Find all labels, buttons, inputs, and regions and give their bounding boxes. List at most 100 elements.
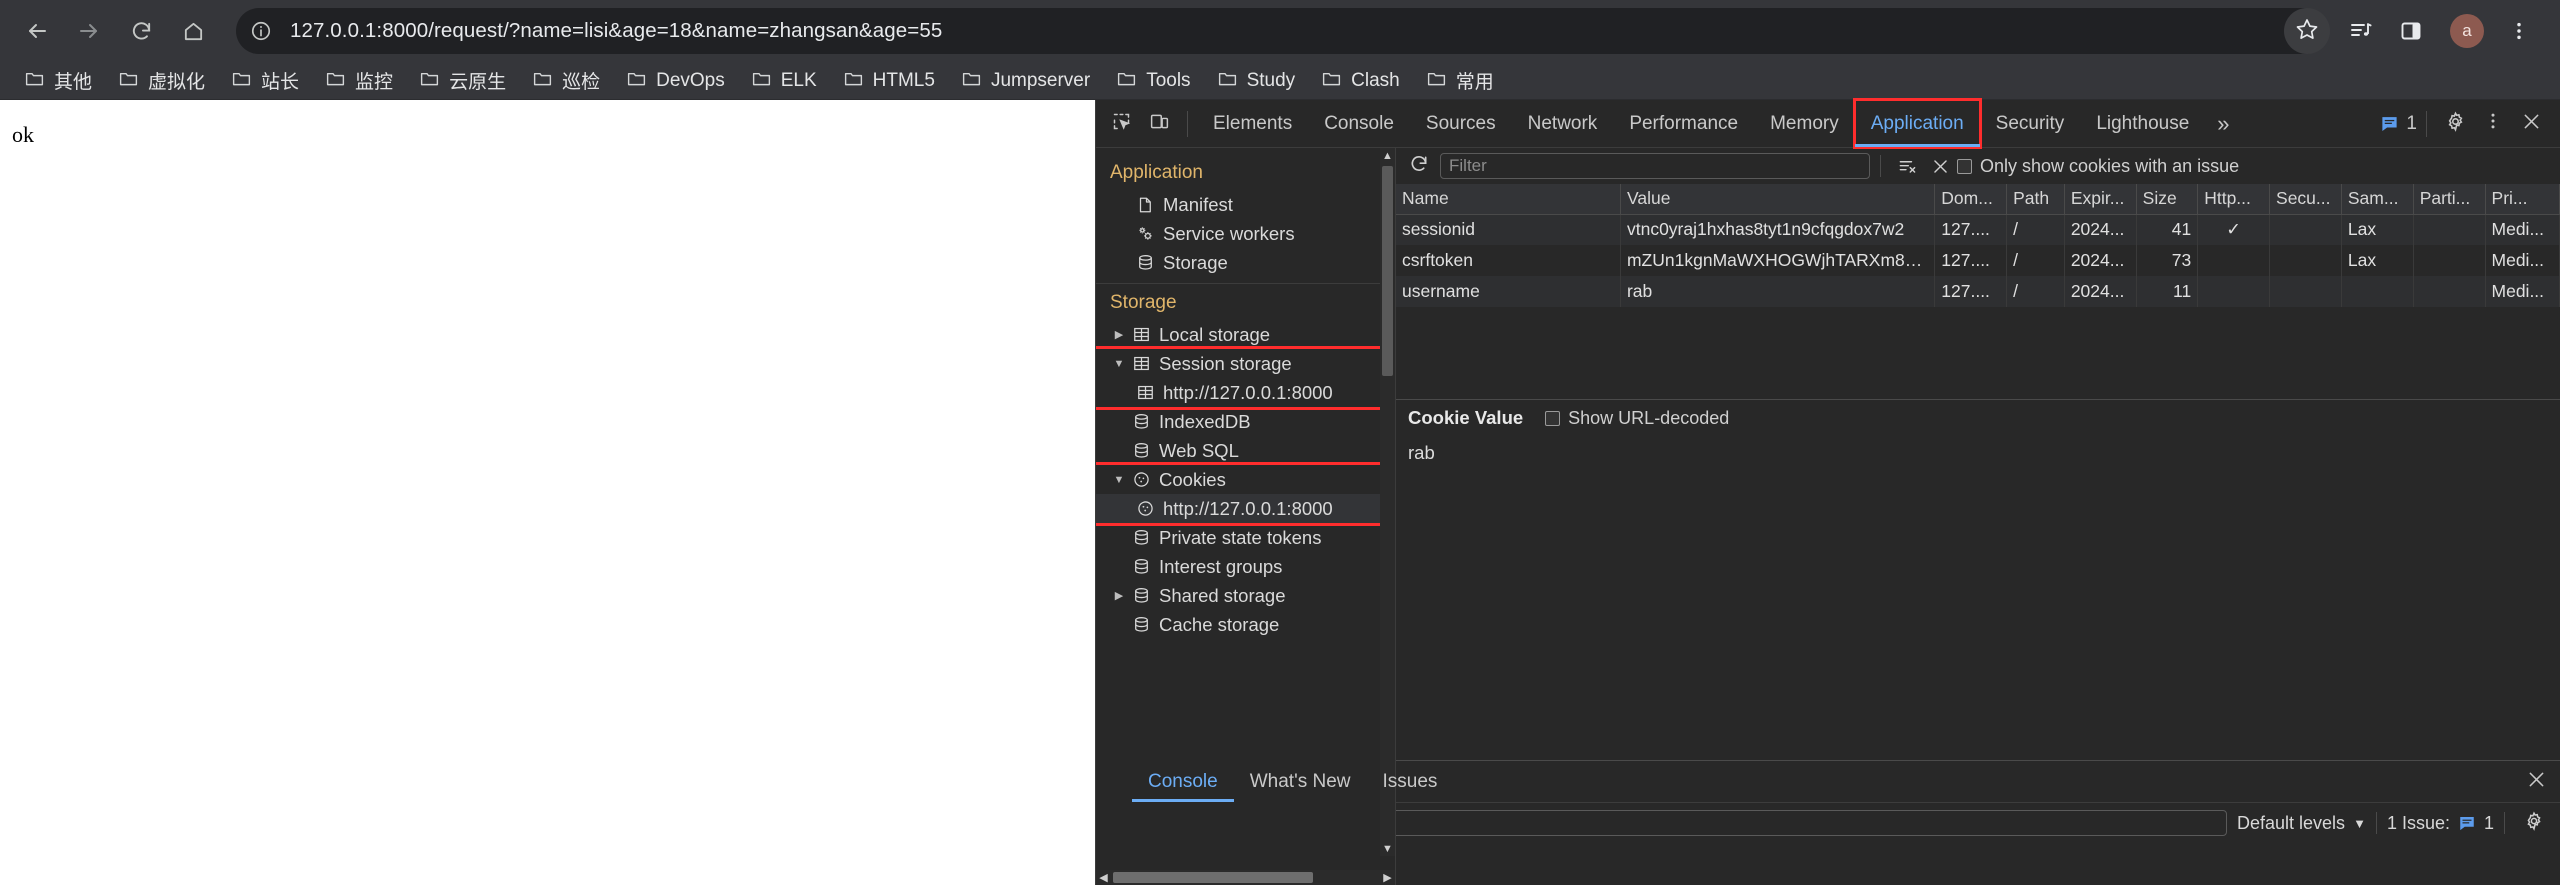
sidebar-hscroll-thumb[interactable] [1113,872,1313,883]
cookies-column-header[interactable]: Name [1396,184,1621,215]
devtools-tab-sources[interactable]: Sources [1410,100,1512,147]
sidebar-item-storage[interactable]: Storage [1096,248,1395,277]
bookmark-item[interactable]: 虚拟化 [108,66,215,96]
show-url-decoded-checkbox[interactable] [1545,410,1561,426]
scroll-left-arrow[interactable]: ◀ [1096,870,1111,885]
devtools-tab-console[interactable]: Console [1308,100,1410,147]
back-button[interactable] [14,8,60,54]
browser-right-icons: a [2338,8,2546,54]
bookmark-item[interactable]: ELK [741,66,827,96]
sidebar-horizontal-scrollbar[interactable]: ◀ ▶ [1096,870,1395,885]
scroll-down-arrow[interactable]: ▼ [1380,841,1395,856]
browser-menu-button[interactable] [2496,8,2542,54]
cookies-column-header[interactable]: Size [2136,184,2199,215]
drawer-tab-what-s-new[interactable]: What's New [1234,761,1367,802]
bookmark-item[interactable]: Tools [1106,66,1200,96]
sidebar-item-interest-groups[interactable]: Interest groups [1096,552,1395,581]
cookies-column-header[interactable]: Sam... [2341,184,2414,215]
bookmark-star-button[interactable] [2284,8,2330,54]
drawer-tab-console[interactable]: Console [1132,761,1234,802]
devtools-tab-elements[interactable]: Elements [1197,100,1308,147]
only-issues-checkbox[interactable] [1957,158,1972,174]
cookies-column-header[interactable]: Http... [2197,184,2271,215]
manifest-document-icon [1132,196,1158,214]
home-button[interactable] [170,8,216,54]
sidebar-vertical-scrollbar[interactable]: ▲ ▼ [1380,148,1395,856]
devtools-close-button[interactable] [2512,105,2550,143]
bookmark-item[interactable]: HTML5 [833,66,945,96]
devtools-tab-lighthouse[interactable]: Lighthouse [2080,100,2205,147]
forward-button[interactable] [66,8,112,54]
bookmark-item[interactable]: DevOps [616,66,735,96]
issues-counter[interactable]: 1 [2380,113,2417,135]
sidebar-item-manifest[interactable]: Manifest [1096,190,1395,219]
scroll-right-arrow[interactable]: ▶ [1380,870,1395,885]
chevron-down-icon[interactable]: ▼ [1110,474,1128,486]
reload-button[interactable] [118,8,164,54]
console-issues-chip[interactable]: 1 Issue: 1 [2387,813,2494,834]
media-control-button[interactable] [2338,8,2384,54]
bookmark-item[interactable]: 云原生 [409,66,516,96]
cookies-column-header[interactable]: Dom... [1934,184,2008,215]
more-tabs-button[interactable]: » [2205,111,2241,137]
cookies-table-row[interactable]: csrftoken mZUn1kgnMaWXHOGWjhTARXm8m... 127… [1396,245,2560,276]
chevron-down-icon[interactable]: ▼ [1110,358,1128,370]
sidebar-item-http-127-0-0-1-8000[interactable]: http://127.0.0.1:8000 [1096,494,1395,523]
drawer-tab-issues[interactable]: Issues [1366,761,1453,802]
cookies-column-header[interactable]: Parti... [2413,184,2486,215]
bookmark-item[interactable]: 其他 [14,66,102,96]
cookies-table-row[interactable]: sessionid vtnc0yraj1hxhas8tyt1n9cfqgdox7w… [1396,214,2560,245]
profile-avatar[interactable]: a [2450,14,2484,48]
bookmark-item[interactable]: 常用 [1416,66,1504,96]
device-toolbar-button[interactable] [1140,105,1178,143]
bookmark-item[interactable]: 监控 [315,66,403,96]
devtools-tab-network[interactable]: Network [1512,100,1614,147]
sidebar-item-label: Local storage [1159,323,1271,345]
cookies-column-header[interactable]: Secu... [2269,184,2342,215]
sidebar-item-http-127-0-0-1-8000[interactable]: http://127.0.0.1:8000 [1096,378,1395,407]
sidebar-vscroll-thumb[interactable] [1382,166,1393,376]
drawer-close-button[interactable] [2526,769,2560,795]
side-panel-button[interactable] [2388,8,2434,54]
sidebar-item-indexeddb[interactable]: IndexedDB [1096,407,1395,436]
devtools-tab-application[interactable]: Application [1852,98,1982,149]
devtools-settings-button[interactable] [2436,105,2474,143]
devtools-tab-memory[interactable]: Memory [1754,100,1855,147]
sidebar-item-local-storage[interactable]: ▶ Local storage [1096,320,1395,349]
sidebar-item-service-workers[interactable]: Service workers [1096,219,1395,248]
clear-all-cookies-button[interactable] [1924,157,1957,176]
cookies-column-header[interactable]: Path [2006,184,2065,215]
bookmark-item[interactable]: 巡检 [522,66,610,96]
sidebar-item-web-sql[interactable]: Web SQL [1096,436,1395,465]
bookmark-item[interactable]: 站长 [221,66,309,96]
chevron-right-icon[interactable]: ▶ [1110,328,1128,341]
address-bar[interactable]: 127.0.0.1:8000/request/?name=lisi&age=18… [236,8,2328,54]
cookies-column-header[interactable]: Expir... [2064,184,2137,215]
devtools-tab-performance[interactable]: Performance [1613,100,1754,147]
sidebar-item-private-state-tokens[interactable]: Private state tokens [1096,523,1395,552]
site-info-icon[interactable] [242,12,280,50]
cookies-column-header[interactable]: Value [1620,184,1936,215]
sidebar-item-cookies[interactable]: ▼ Cookies [1096,465,1395,494]
cookies-table-row[interactable]: username rab 127..../2024... 11 Medi... [1396,276,2560,307]
sidebar-item-session-storage[interactable]: ▼ Session storage [1096,349,1395,378]
devtools-tab-security[interactable]: Security [1980,100,2081,147]
console-settings-button[interactable] [2515,804,2553,842]
scroll-up-arrow[interactable]: ▲ [1380,148,1395,163]
reload-icon [130,20,153,43]
bookmark-item[interactable]: Study [1207,66,1306,96]
clear-filtered-cookies-button[interactable] [1891,157,1924,176]
refresh-cookies-button[interactable] [1404,151,1434,181]
chevron-right-icon[interactable]: ▶ [1110,589,1128,602]
console-filter-input[interactable] [1348,810,2227,836]
console-levels-selector[interactable]: Default levels ▼ [2237,813,2366,834]
devtools-more-button[interactable] [2474,105,2512,143]
cookies-filter-input[interactable] [1440,153,1870,179]
sidebar-item-cache-storage[interactable]: Cache storage [1096,610,1395,639]
bookmark-item[interactable]: Jumpserver [951,66,1100,96]
cookies-cell-value: rab [1620,276,1936,307]
sidebar-item-shared-storage[interactable]: ▶ Shared storage [1096,581,1395,610]
cookies-column-header[interactable]: Pri... [2485,184,2560,215]
bookmark-item[interactable]: Clash [1311,66,1410,96]
inspect-element-button[interactable] [1102,105,1140,143]
